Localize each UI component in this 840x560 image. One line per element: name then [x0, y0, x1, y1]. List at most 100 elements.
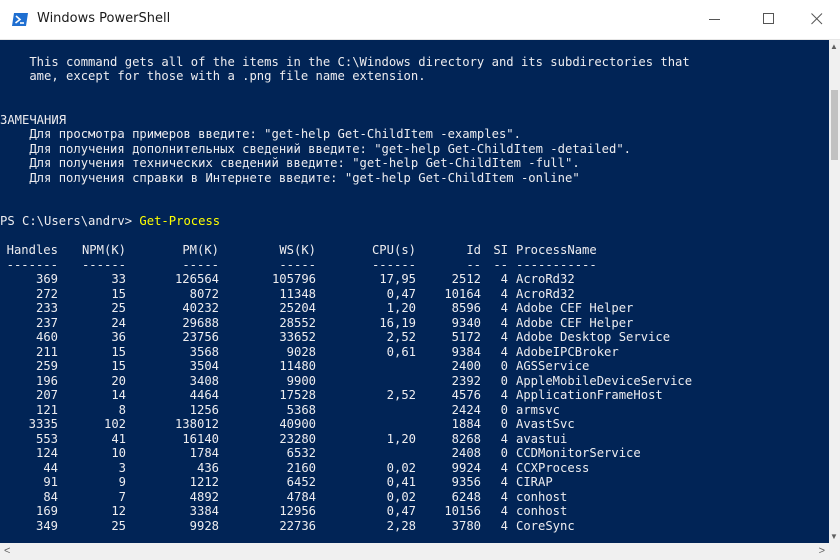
table-row: 237 24 29688 28552 16,19 9340 4 Adobe CEF Helpe… [0, 316, 692, 331]
cpu-cell: CPU(s) [371, 243, 416, 257]
ws-cell: 12956 [279, 504, 316, 518]
pm-cell: 1212 [189, 475, 219, 489]
ws-cell: WS(K) [279, 243, 316, 257]
table-row: 44 3 436 2160 0,02 9924 4 CCXProcess [0, 461, 692, 476]
id-cell: 9924 [451, 460, 481, 475]
console-output[interactable]: This command gets all of the items in th… [0, 40, 829, 543]
id-cell: 8596 [451, 301, 481, 315]
si-cell: 4 [500, 518, 508, 533]
process-name-cell: AppleMobileDeviceService [516, 373, 693, 388]
pm-cell: 4892 [189, 489, 219, 504]
pm-cell: ----- [182, 257, 219, 272]
scroll-down-arrow-icon[interactable]: ▼ [830, 532, 838, 541]
table-row: 272 15 8072 11348 0,47 10164 4 AcroRd32 [0, 287, 692, 302]
pm-cell: 1784 [189, 446, 219, 460]
handles-cell: 124 [35, 446, 58, 460]
process-name-cell: avastui [516, 431, 568, 446]
cpu-cell: 1,20 [386, 301, 416, 315]
maximize-button[interactable] [746, 0, 792, 39]
si-cell: SI [493, 243, 508, 257]
vertical-scroll-thumb[interactable] [831, 90, 838, 160]
si-cell: 0 [500, 446, 508, 460]
ws-cell: 9900 [286, 373, 316, 388]
table-row: 207 14 4464 17528 2,52 4576 4 ApplicationFrameH… [0, 388, 692, 403]
process-name-cell: Adobe CEF Helper [516, 315, 634, 330]
ws-cell: 33652 [279, 330, 316, 344]
close-button[interactable] [794, 0, 840, 39]
si-cell: 4 [500, 272, 508, 286]
pm-cell: 3568 [189, 344, 219, 359]
scroll-up-arrow-icon[interactable]: ▲ [830, 42, 838, 51]
process-name-cell: CCXProcess [516, 460, 590, 475]
cpu-cell: 17,95 [379, 272, 416, 286]
id-cell: 6248 [451, 489, 481, 504]
table-row: 3335 102 138012 40900 1884 0 AvastSvc [0, 417, 692, 432]
table-row: 121 8 1256 5368 2424 0 armsvc [0, 403, 692, 418]
si-cell: 4 [500, 286, 508, 301]
handles-cell: 91 [43, 475, 58, 489]
remark-line: Для просмотра примеров введите: "get-hel… [0, 127, 521, 141]
process-name-cell: CCDMonitorService [516, 446, 641, 460]
pm-cell: 8072 [189, 286, 219, 301]
scroll-left-arrow-icon[interactable]: < [4, 545, 10, 557]
vertical-scrollbar[interactable]: ▲ ▼ [829, 40, 840, 543]
process-name-cell: Adobe CEF Helper [516, 301, 634, 315]
handles-cell: Handles [6, 243, 58, 257]
cpu-cell [316, 359, 416, 374]
id-cell: 2392 [451, 373, 481, 388]
si-cell: 4 [500, 475, 508, 489]
cpu-cell [316, 417, 416, 432]
si-cell: 4 [500, 431, 508, 446]
table-row: 169 12 3384 12956 0,47 10156 4 conhost [0, 504, 692, 519]
remark-line: Для получения справки в Интернете введит… [0, 170, 580, 185]
cpu-cell [316, 446, 416, 461]
id-cell: 2400 [451, 359, 481, 373]
process-name-cell: ----------- [516, 257, 597, 272]
title-bar[interactable]: Windows PowerShell [0, 0, 840, 40]
npm-cell: 41 [111, 431, 126, 446]
ws-cell: 6532 [286, 446, 316, 460]
npm-cell: 10 [111, 446, 126, 460]
ws-cell: 9028 [286, 344, 316, 359]
npm-cell: 15 [111, 286, 126, 301]
handles-cell: 121 [35, 402, 58, 417]
scroll-right-arrow-icon[interactable]: > [819, 545, 825, 557]
id-cell: 2408 [451, 446, 481, 460]
process-name-cell: armsvc [516, 402, 561, 417]
pm-cell: 3408 [189, 373, 219, 388]
handles-cell: 237 [35, 315, 58, 330]
pm-cell: 3384 [189, 504, 219, 518]
si-cell: 0 [500, 373, 508, 388]
handles-cell: 84 [43, 489, 58, 504]
help-line: ame, except for those with a .png file n… [0, 69, 426, 83]
id-cell: Id [466, 243, 481, 257]
si-cell: -- [493, 257, 508, 272]
close-icon [811, 13, 823, 25]
id-cell: 9340 [451, 315, 481, 330]
handles-cell: 460 [35, 330, 58, 344]
si-cell: 0 [500, 402, 508, 417]
si-cell: 4 [500, 330, 508, 344]
id-cell: 8268 [451, 431, 481, 446]
cpu-cell: 0,47 [386, 504, 416, 518]
remarks-header: ЗАМЕЧАНИЯ [0, 112, 67, 127]
npm-cell: 8 [118, 402, 126, 417]
minimize-button[interactable] [692, 0, 738, 39]
npm-cell: 14 [111, 388, 126, 402]
npm-cell: 7 [118, 489, 126, 504]
npm-cell: 20 [111, 373, 126, 388]
process-name-cell: AcroRd32 [516, 286, 575, 301]
handles-cell: 272 [35, 286, 58, 301]
npm-cell: 3 [118, 460, 126, 475]
process-name-cell: AdobeIPCBroker [516, 344, 619, 359]
id-cell: 9356 [451, 475, 481, 489]
si-cell: 0 [500, 359, 508, 373]
process-name-cell: AGSService [516, 359, 590, 373]
process-name-cell: CoreSync [516, 518, 575, 533]
id-cell: 3780 [451, 518, 481, 533]
ws-cell: 11348 [279, 286, 316, 301]
handles-cell: 553 [35, 431, 58, 446]
cpu-cell: 2,28 [386, 518, 416, 533]
table-row: 460 36 23756 33652 2,52 5172 4 Adobe Desktop Se… [0, 330, 692, 345]
horizontal-scrollbar[interactable]: < > [0, 543, 829, 560]
